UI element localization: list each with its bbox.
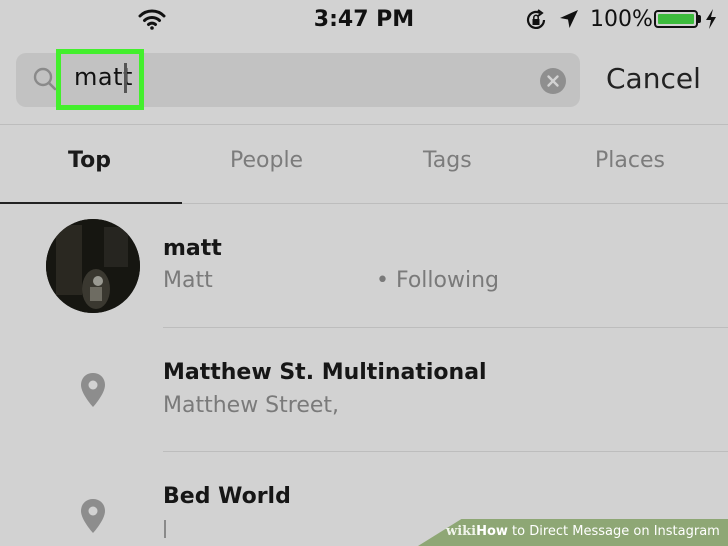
divider bbox=[182, 203, 728, 204]
tab-tags[interactable]: Tags bbox=[423, 148, 472, 173]
active-tab-indicator bbox=[0, 202, 182, 204]
divider bbox=[163, 327, 728, 328]
watermark-title: to Direct Message on Instagram bbox=[507, 524, 720, 539]
tab-places[interactable]: Places bbox=[595, 148, 665, 173]
result-subtitle-placeholder bbox=[164, 520, 166, 538]
text-caret bbox=[124, 63, 127, 93]
search-icon bbox=[32, 66, 58, 98]
battery-icon bbox=[654, 10, 698, 28]
avatar[interactable] bbox=[46, 219, 140, 313]
watermark-wiki: wiki bbox=[446, 524, 477, 539]
clear-search-icon[interactable] bbox=[540, 68, 566, 94]
result-title[interactable]: Matthew St. Multinational bbox=[163, 360, 487, 385]
result-subtitle: Matt bbox=[163, 268, 213, 293]
result-title[interactable]: Bed World bbox=[163, 484, 291, 509]
result-subtitle: Matthew Street, bbox=[163, 393, 340, 418]
map-pin-icon bbox=[80, 498, 106, 538]
status-bar: 3:47 PM 100% bbox=[0, 0, 728, 40]
divider bbox=[163, 451, 728, 452]
following-status: • Following bbox=[376, 268, 499, 293]
cancel-button[interactable]: Cancel bbox=[606, 62, 701, 95]
battery-cap bbox=[698, 15, 701, 23]
tab-top[interactable]: Top bbox=[68, 148, 111, 173]
result-title[interactable]: matt bbox=[163, 236, 222, 261]
rotation-lock-icon bbox=[524, 8, 548, 36]
location-arrow-icon bbox=[558, 8, 580, 34]
divider bbox=[0, 124, 728, 125]
map-pin-icon bbox=[80, 372, 106, 412]
charging-bolt-icon bbox=[704, 8, 718, 34]
watermark-how: How bbox=[476, 524, 508, 539]
battery-percent: 100% bbox=[590, 7, 653, 32]
tab-people[interactable]: People bbox=[230, 148, 303, 173]
watermark: wikiHow to Direct Message on Instagram bbox=[418, 519, 728, 546]
